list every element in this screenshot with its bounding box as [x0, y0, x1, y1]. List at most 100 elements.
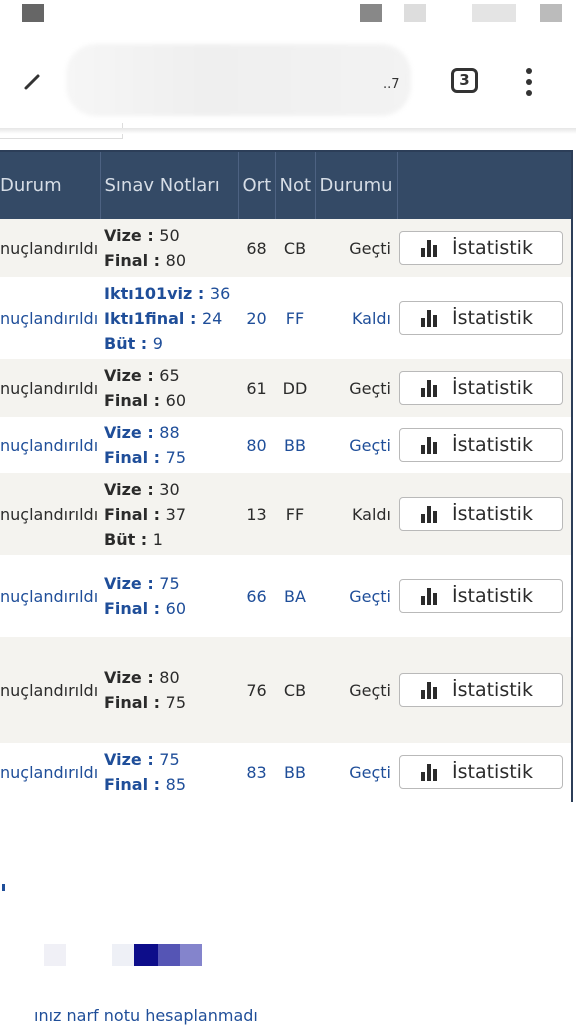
bullet-mark	[2, 884, 5, 891]
statistics-button[interactable]: İstatistik	[399, 231, 563, 265]
statistics-button[interactable]: İstatistik	[399, 428, 563, 462]
statistics-button-label: İstatistik	[452, 434, 533, 456]
exam-grade-line: Iktı1final : 24	[104, 308, 223, 328]
statistics-button-label: İstatistik	[452, 503, 533, 525]
exam-score: 85	[165, 775, 186, 794]
exam-grades-cell: Vize : 50 Final : 80	[100, 219, 238, 277]
statistics-button[interactable]: İstatistik	[399, 579, 563, 613]
letter-grade-cell: DD	[282, 378, 308, 398]
result-cell: Kaldı	[351, 308, 391, 328]
pencil-icon[interactable]	[18, 66, 48, 96]
tab-switcher-button[interactable]: 3	[451, 68, 478, 93]
action-cell: İstatistik	[397, 473, 571, 555]
bar-chart-icon	[421, 764, 437, 781]
exam-score: 80	[165, 251, 186, 270]
header-ort: Ort	[238, 152, 276, 219]
letter-grade-cell: CB	[283, 680, 307, 700]
clock-icon	[540, 4, 562, 22]
action-cell: İstatistik	[397, 743, 571, 801]
exam-name: Vize	[104, 668, 142, 687]
url-text: ..7	[383, 77, 400, 92]
statistics-button-label: İstatistik	[452, 585, 533, 607]
exam-name: Vize	[104, 423, 142, 442]
header-not: Not	[275, 152, 316, 219]
table-row: nuçlandırıldı Vize : 50 Final : 80 68 CB Geçt…	[0, 219, 571, 277]
header-actions	[397, 152, 571, 219]
wifi-icon	[404, 4, 426, 22]
bar-chart-icon	[421, 588, 437, 605]
exam-grades-cell: Vize : 80 Final : 75	[100, 637, 238, 743]
status-cell: nuçlandırıldı	[0, 435, 99, 455]
overflow-menu-icon[interactable]	[521, 68, 537, 98]
statistics-button[interactable]: İstatistik	[399, 673, 563, 707]
statistics-button[interactable]: İstatistik	[399, 371, 563, 405]
statistics-button[interactable]: İstatistik	[399, 497, 563, 531]
exam-score: 60	[165, 391, 186, 410]
exam-score: 1	[152, 529, 163, 549]
bar-chart-icon	[421, 682, 437, 699]
exam-grade-line: Vize : 80	[104, 668, 180, 687]
exam-score: 60	[165, 599, 186, 618]
exam-grade-line: Vize : 30	[104, 479, 180, 499]
action-cell: İstatistik	[397, 219, 571, 277]
status-cell: nuçlandırıldı	[0, 238, 99, 258]
average-cell: 83	[246, 762, 267, 782]
bar-chart-icon	[421, 506, 437, 523]
action-cell: İstatistik	[397, 277, 571, 359]
exam-grade-line: Final : 80	[104, 251, 186, 270]
exam-grade-line: Final : 60	[104, 391, 186, 410]
exam-name: Vize	[104, 479, 142, 499]
status-cell: nuçlandırıldı	[0, 308, 99, 328]
grades-table: Durum Sınav Notları Ort Not Durumu nuçla…	[0, 150, 573, 802]
action-cell: İstatistik	[397, 359, 571, 417]
exam-name: Büt	[104, 529, 136, 549]
result-cell: Geçti	[349, 762, 391, 782]
letter-grade-cell: CB	[283, 238, 307, 258]
exam-score: 80	[159, 668, 180, 687]
statistics-button[interactable]: İstatistik	[399, 755, 563, 789]
footer-note[interactable]: ınız narf notu hesaplanmadı	[34, 1006, 258, 1025]
exam-grade-line: Vize : 65	[104, 366, 180, 385]
letter-grade-cell: FF	[285, 308, 305, 328]
exam-name: Vize	[104, 750, 142, 769]
status-cell: nuçlandırıldı	[0, 762, 99, 782]
exam-grade-line: Büt : 1	[104, 529, 163, 549]
tab-count: 3	[459, 71, 470, 89]
exam-grade-line: Final : 60	[104, 599, 186, 618]
blurred-element	[44, 944, 66, 966]
status-cell: nuçlandırıldı	[0, 504, 99, 524]
blurred-element	[112, 944, 134, 966]
result-cell: Geçti	[349, 680, 391, 700]
average-cell: 61	[246, 378, 267, 398]
toolbar-shadow	[0, 128, 576, 134]
action-cell: İstatistik	[397, 417, 571, 473]
result-cell: Geçti	[349, 586, 391, 606]
browser-toolbar: ..7 3	[0, 36, 576, 128]
status-bar	[0, 0, 576, 36]
action-cell: İstatistik	[397, 637, 571, 743]
header-durumu: Durumu	[315, 152, 398, 219]
statistics-button-label: İstatistik	[452, 237, 533, 259]
exam-grade-line: Iktı101viz : 36	[104, 283, 231, 303]
exam-name: Final	[104, 251, 149, 270]
bar-chart-icon	[421, 310, 437, 327]
exam-score: 75	[165, 693, 186, 712]
exam-name: Final	[104, 448, 149, 467]
average-cell: 80	[246, 435, 267, 455]
address-bar[interactable]	[66, 44, 411, 116]
exam-name: Final	[104, 599, 149, 618]
bar-chart-icon	[421, 240, 437, 257]
exam-name: Iktı101viz	[104, 283, 193, 303]
exam-score: 75	[159, 750, 180, 769]
exam-name: Final	[104, 693, 149, 712]
statistics-button[interactable]: İstatistik	[399, 301, 563, 335]
bar-chart-icon	[421, 380, 437, 397]
action-cell: İstatistik	[397, 555, 571, 637]
statistics-button-label: İstatistik	[452, 679, 533, 701]
table-header-row: Durum Sınav Notları Ort Not Durumu	[0, 152, 571, 219]
result-cell: Geçti	[349, 238, 391, 258]
average-cell: 13	[246, 504, 267, 524]
exam-grades-cell: Vize : 75 Final : 85	[100, 743, 238, 801]
table-row: nuçlandırıldı Vize : 75 Final : 60 66 BA Geçt…	[0, 555, 571, 637]
exam-name: Vize	[104, 226, 142, 245]
